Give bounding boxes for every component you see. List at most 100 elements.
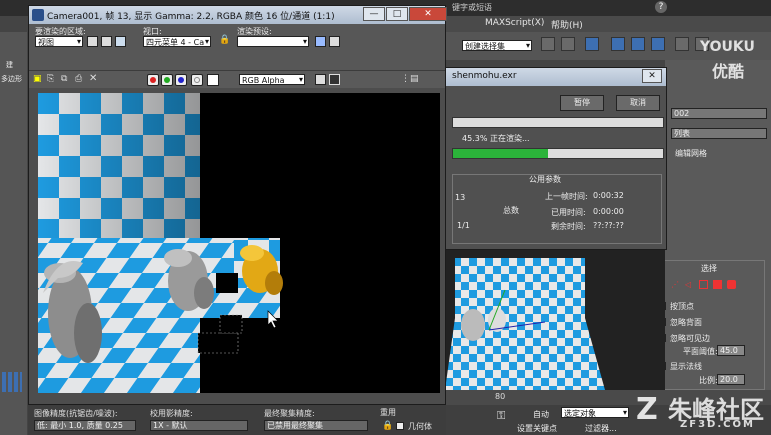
active-bucket-2 — [219, 314, 243, 334]
last-frame-label: 上一帧时间: — [545, 192, 588, 201]
viewport-scene — [445, 258, 605, 390]
final-gather-field[interactable]: 已禁用最终聚集 — [264, 420, 368, 431]
rendered-image — [38, 93, 283, 393]
render-window-toolbar: 要渲染的区域: 视图 视口: 四元菜单 4 - Ca 🔒 渲染预设: — [29, 24, 445, 70]
save-image-icon[interactable]: ▣ — [33, 74, 42, 84]
active-bucket-1 — [197, 332, 239, 354]
overall-progress-bar — [452, 117, 664, 128]
monochrome-icon[interactable] — [207, 74, 219, 86]
menu-help[interactable]: 帮助(H) — [551, 18, 583, 31]
youku-watermark-en: YOUKU — [700, 39, 755, 55]
menu-maxscript[interactable]: MAXScript(X) — [485, 18, 544, 28]
lock-icon[interactable]: 🔒 — [219, 35, 230, 45]
render-progress-fill — [453, 149, 549, 158]
value-13: 13 — [455, 193, 466, 202]
reuse-label: 重用 — [380, 408, 396, 417]
key-filters-button[interactable]: 过滤器... — [585, 423, 617, 434]
restore-button[interactable]: □ — [386, 7, 408, 21]
clone-icon[interactable]: ⧉ — [61, 74, 67, 84]
alpha-channel-toggle[interactable] — [191, 74, 203, 86]
rendering-progress-dialog: shenmohu.exr ✕ 暂停 取消 45.3% 正在渲染... 公用参数 … — [445, 67, 667, 250]
render-setup-icon[interactable] — [315, 36, 326, 47]
max-left-strip: 多边形 建 — [0, 32, 27, 435]
max-menubar: MAXScript(X) 帮助(H) — [445, 16, 771, 32]
print-icon[interactable]: ⎙ — [75, 74, 82, 84]
image-precision-label: 图像精度(抗锯齿/噪波): — [34, 409, 118, 418]
remaining-label: 剩余时间: — [551, 222, 586, 231]
key-icon[interactable]: ⚿ — [497, 409, 505, 423]
render-canvas[interactable] — [38, 93, 440, 393]
cancel-button[interactable]: 取消 — [616, 95, 660, 111]
geometry-checkbox[interactable] — [396, 422, 404, 430]
render-window-toolbar2: ▣ ⎘ ⧉ ⎙ ✕ RGB Alpha ⋮▤ — [29, 70, 445, 88]
progress-title: shenmohu.exr — [452, 71, 517, 81]
render-window-bottom-panel: 图像精度(抗锯齿/噪波): 低: 最小 1.0, 质量 0.25 校用影精度: … — [28, 405, 446, 435]
layer-icon[interactable] — [585, 37, 599, 51]
edit-region-icon[interactable] — [87, 36, 98, 47]
max-app-icon — [32, 9, 44, 21]
copy-image-icon[interactable]: ⎘ — [47, 74, 54, 84]
gi-precision-field[interactable]: 1X - 默认 — [150, 420, 248, 431]
modifier-list[interactable]: 列表 — [671, 128, 767, 139]
auto-region-icon[interactable] — [101, 36, 112, 47]
max-viewport[interactable] — [445, 250, 665, 390]
render-setup-icon[interactable] — [675, 37, 689, 51]
mirror-icon[interactable] — [541, 37, 555, 51]
panel-select-divider — [650, 260, 765, 390]
last-frame-value: 0:00:32 — [593, 191, 624, 200]
image-precision-field[interactable]: 低: 最小 1.0, 质量 0.25 — [34, 420, 136, 431]
selection-set-dropdown[interactable]: 创建选择集 — [462, 40, 532, 51]
progress-status-text: 45.3% 正在渲染... — [462, 134, 530, 143]
preset-dropdown[interactable] — [237, 36, 309, 47]
remaining-value: ??:??:?? — [593, 221, 624, 230]
render-progress-bar — [452, 148, 664, 159]
align-icon[interactable] — [561, 37, 575, 51]
wall-shadow — [38, 93, 200, 238]
minimize-button[interactable]: — — [363, 7, 385, 21]
display-channel-icon[interactable] — [315, 74, 326, 85]
common-params-group: 公用参数 13 总数 1/1 上一帧时间: 0:00:32 已用时间: 0:00… — [452, 174, 662, 244]
panel-object-name[interactable]: 002 — [671, 108, 767, 119]
area-dropdown[interactable]: 视图 — [35, 36, 83, 47]
render-window-title: Camera001, 帧 13, 显示 Gamma: 2.2, RGBA 颜色 … — [47, 12, 335, 22]
help-icon[interactable]: ? — [655, 1, 667, 13]
render-frame-window: Camera001, 帧 13, 显示 Gamma: 2.2, RGBA 颜色 … — [28, 5, 447, 405]
geometry-label: 几何体 — [408, 422, 432, 431]
red-channel-toggle[interactable] — [147, 74, 159, 86]
elapsed-value: 0:00:00 — [593, 207, 624, 216]
pause-button[interactable]: 暂停 — [560, 95, 604, 111]
elapsed-label: 已用时间: — [551, 208, 586, 217]
reuse-lock-icon[interactable]: 🔒 — [382, 421, 393, 431]
blue-channel-toggle[interactable] — [175, 74, 187, 86]
site-watermark-url: ZF3D.COM — [680, 419, 755, 430]
material-editor-icon[interactable] — [651, 37, 665, 51]
unrendered-bucket — [216, 273, 238, 293]
youku-watermark-cn: 优酷 — [712, 62, 745, 81]
grid-icon[interactable] — [2, 372, 22, 392]
total-label: 总数 — [503, 206, 519, 215]
curve-editor-icon[interactable] — [611, 37, 625, 51]
green-channel-toggle[interactable] — [161, 74, 173, 86]
toggle-ui-overlay-icon[interactable] — [329, 74, 340, 85]
select-object-dropdown[interactable]: 选定对象 — [561, 407, 629, 418]
auto-key-button[interactable]: 自动 — [533, 409, 549, 420]
render-region-icon[interactable] — [115, 36, 126, 47]
value-1-1: 1/1 — [457, 221, 470, 230]
render-window-titlebar[interactable]: Camera001, 帧 13, 显示 Gamma: 2.2, RGBA 颜色 … — [29, 6, 447, 24]
final-gather-label: 最终聚集精度: — [264, 409, 315, 418]
modifier-edit-mesh[interactable]: 编辑网格 — [675, 148, 707, 159]
progress-titlebar[interactable]: shenmohu.exr ✕ — [446, 68, 666, 86]
left-label-polygon: 多边形 — [1, 75, 22, 83]
progress-close-button[interactable]: ✕ — [642, 69, 662, 83]
channel-dropdown[interactable]: RGB Alpha — [239, 74, 305, 85]
close-button[interactable]: ✕ — [409, 7, 447, 21]
environment-icon[interactable] — [329, 36, 340, 47]
timeline-frame-label: 80 — [495, 392, 506, 401]
set-key-button[interactable]: 设置关键点 — [517, 423, 557, 434]
search-hint: 键字或短语 — [452, 3, 492, 12]
scroll-handle-icon[interactable]: ⋮▤ — [401, 74, 419, 84]
schematic-icon[interactable] — [631, 37, 645, 51]
gi-precision-label: 校用影精度: — [150, 409, 193, 418]
clear-icon[interactable]: ✕ — [89, 73, 97, 84]
viewport-dropdown[interactable]: 四元菜单 4 - Ca — [143, 36, 211, 47]
